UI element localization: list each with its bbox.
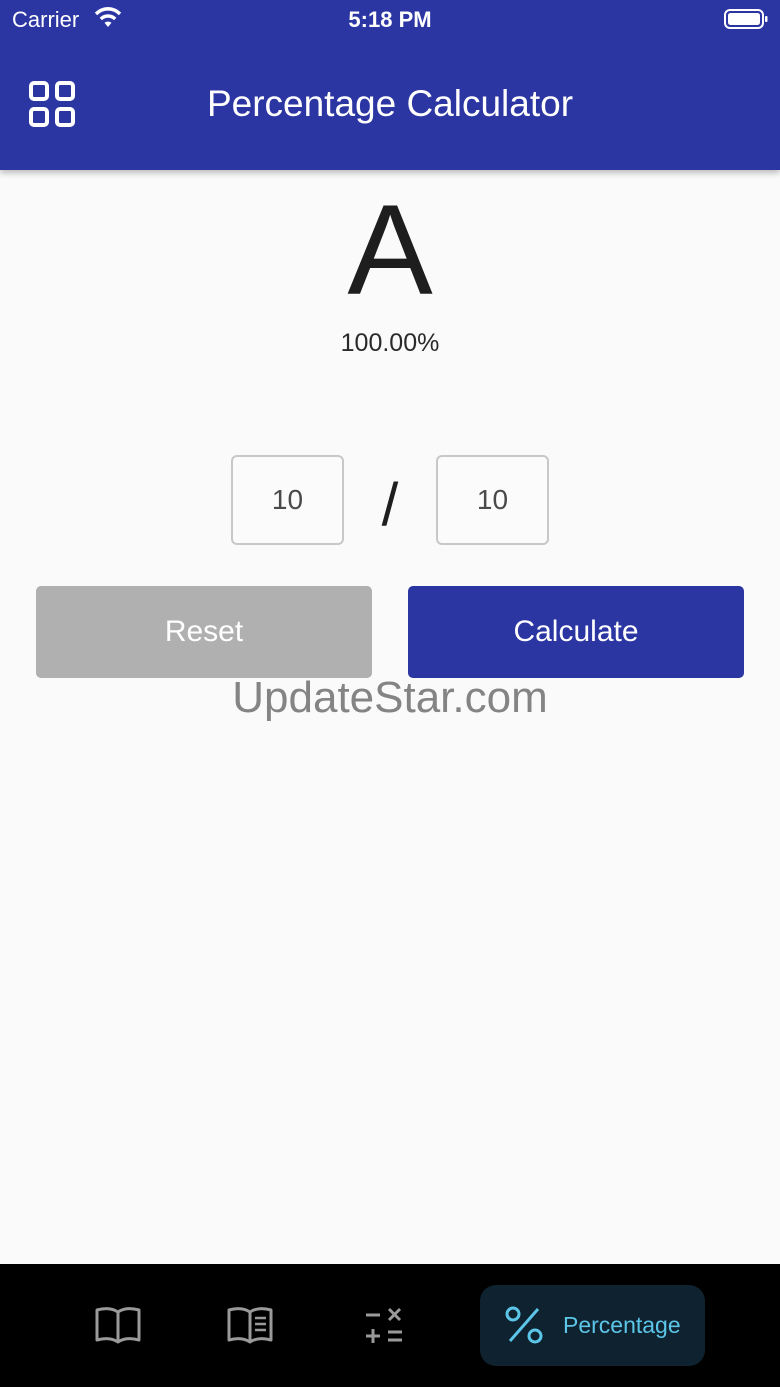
calculate-button[interactable]: Calculate bbox=[408, 586, 744, 678]
nav-item-calculator[interactable] bbox=[358, 1264, 410, 1387]
grade-letter: A bbox=[347, 179, 433, 322]
bottom-navigation: Percentage bbox=[0, 1264, 780, 1387]
book-notes-icon bbox=[227, 1307, 273, 1344]
fraction-separator: / bbox=[381, 471, 399, 538]
reset-button[interactable]: Reset bbox=[36, 586, 372, 678]
nav-item-notes[interactable] bbox=[222, 1264, 278, 1387]
battery-icon bbox=[724, 9, 768, 29]
status-time: 5:18 PM bbox=[348, 7, 432, 32]
open-book-icon bbox=[95, 1307, 141, 1344]
percent-icon bbox=[505, 1306, 543, 1344]
nav-item-percentage[interactable]: Percentage bbox=[480, 1285, 705, 1366]
denominator-input[interactable]: 10 bbox=[436, 455, 549, 545]
grade-percent: 100.00% bbox=[340, 329, 440, 357]
page-title: Percentage Calculator bbox=[206, 83, 574, 124]
top-app-bar: Carrier 5:18 PM Percentage Calculator bbox=[0, 0, 780, 170]
watermark: UpdateStar.com bbox=[232, 673, 548, 722]
screen: Carrier 5:18 PM Percentage Calculator A … bbox=[0, 0, 780, 1387]
numerator-input[interactable]: 10 bbox=[231, 455, 344, 545]
nav-item-book[interactable] bbox=[90, 1264, 146, 1387]
calculator-ops-icon bbox=[366, 1307, 402, 1343]
nav-item-label: Percentage bbox=[563, 1312, 681, 1338]
